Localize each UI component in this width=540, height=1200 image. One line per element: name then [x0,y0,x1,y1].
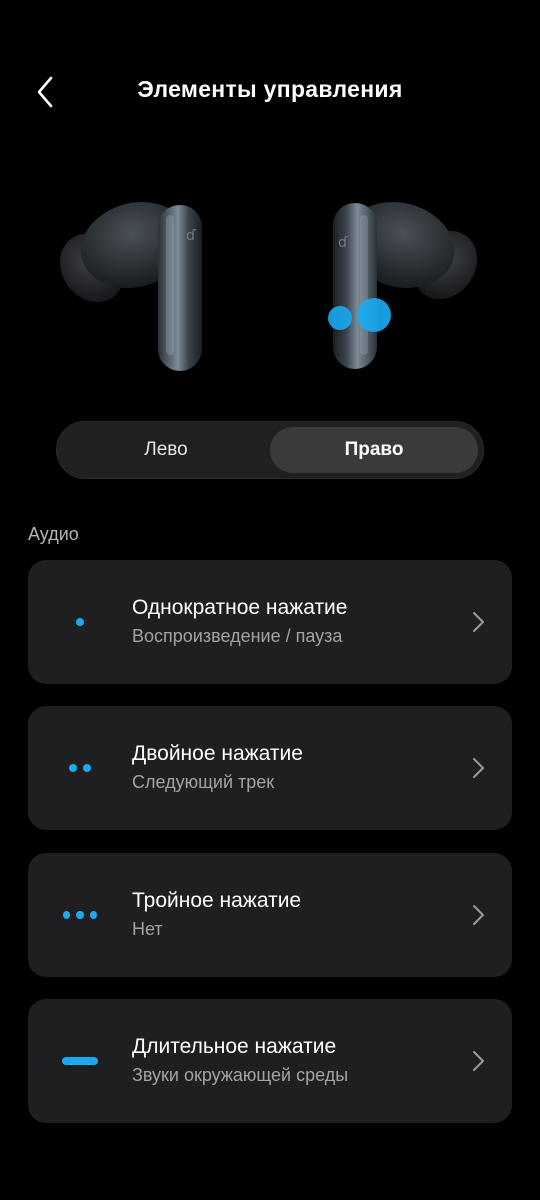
right-earbud: ɗ [328,202,478,369]
single-tap-icon [60,602,100,642]
double-tap-icon [60,748,100,788]
control-title: Длительное нажатие [132,1035,337,1058]
earbuds-illustration: ɗ ɗ [0,185,540,395]
control-title: Двойное нажатие [132,742,303,765]
chevron-right-icon [473,905,484,925]
control-triple-tap[interactable]: Тройное нажатие Нет [28,853,512,977]
control-single-tap[interactable]: Однократное нажатие Воспроизведение / па… [28,560,512,684]
tab-left[interactable]: Лево [62,427,270,473]
triple-tap-icon [60,895,100,935]
control-action: Воспроизведение / пауза [132,626,343,646]
control-title: Однократное нажатие [132,596,348,619]
control-action: Нет [132,919,163,939]
control-double-tap[interactable]: Двойное нажатие Следующий трек [28,706,512,830]
chevron-right-icon [473,612,484,632]
section-label-audio: Аудио [28,524,79,544]
side-selector: Лево Право [56,421,484,479]
svg-text:ɗ: ɗ [338,235,349,251]
left-earbud: ɗ [59,202,202,371]
long-press-icon [60,1041,100,1081]
control-long-press[interactable]: Длительное нажатие Звуки окружающей сред… [28,999,512,1123]
control-action: Следующий трек [132,772,275,792]
chevron-right-icon [473,1051,484,1071]
chevron-right-icon [473,758,484,778]
control-action: Звуки окружающей среды [132,1065,349,1085]
touch-indicator [357,298,391,332]
svg-text:ɗ: ɗ [186,228,197,244]
control-title: Тройное нажатие [132,889,302,912]
tab-right[interactable]: Право [270,427,478,473]
header: Элементы управления [0,50,540,134]
page-title: Элементы управления [137,76,403,102]
